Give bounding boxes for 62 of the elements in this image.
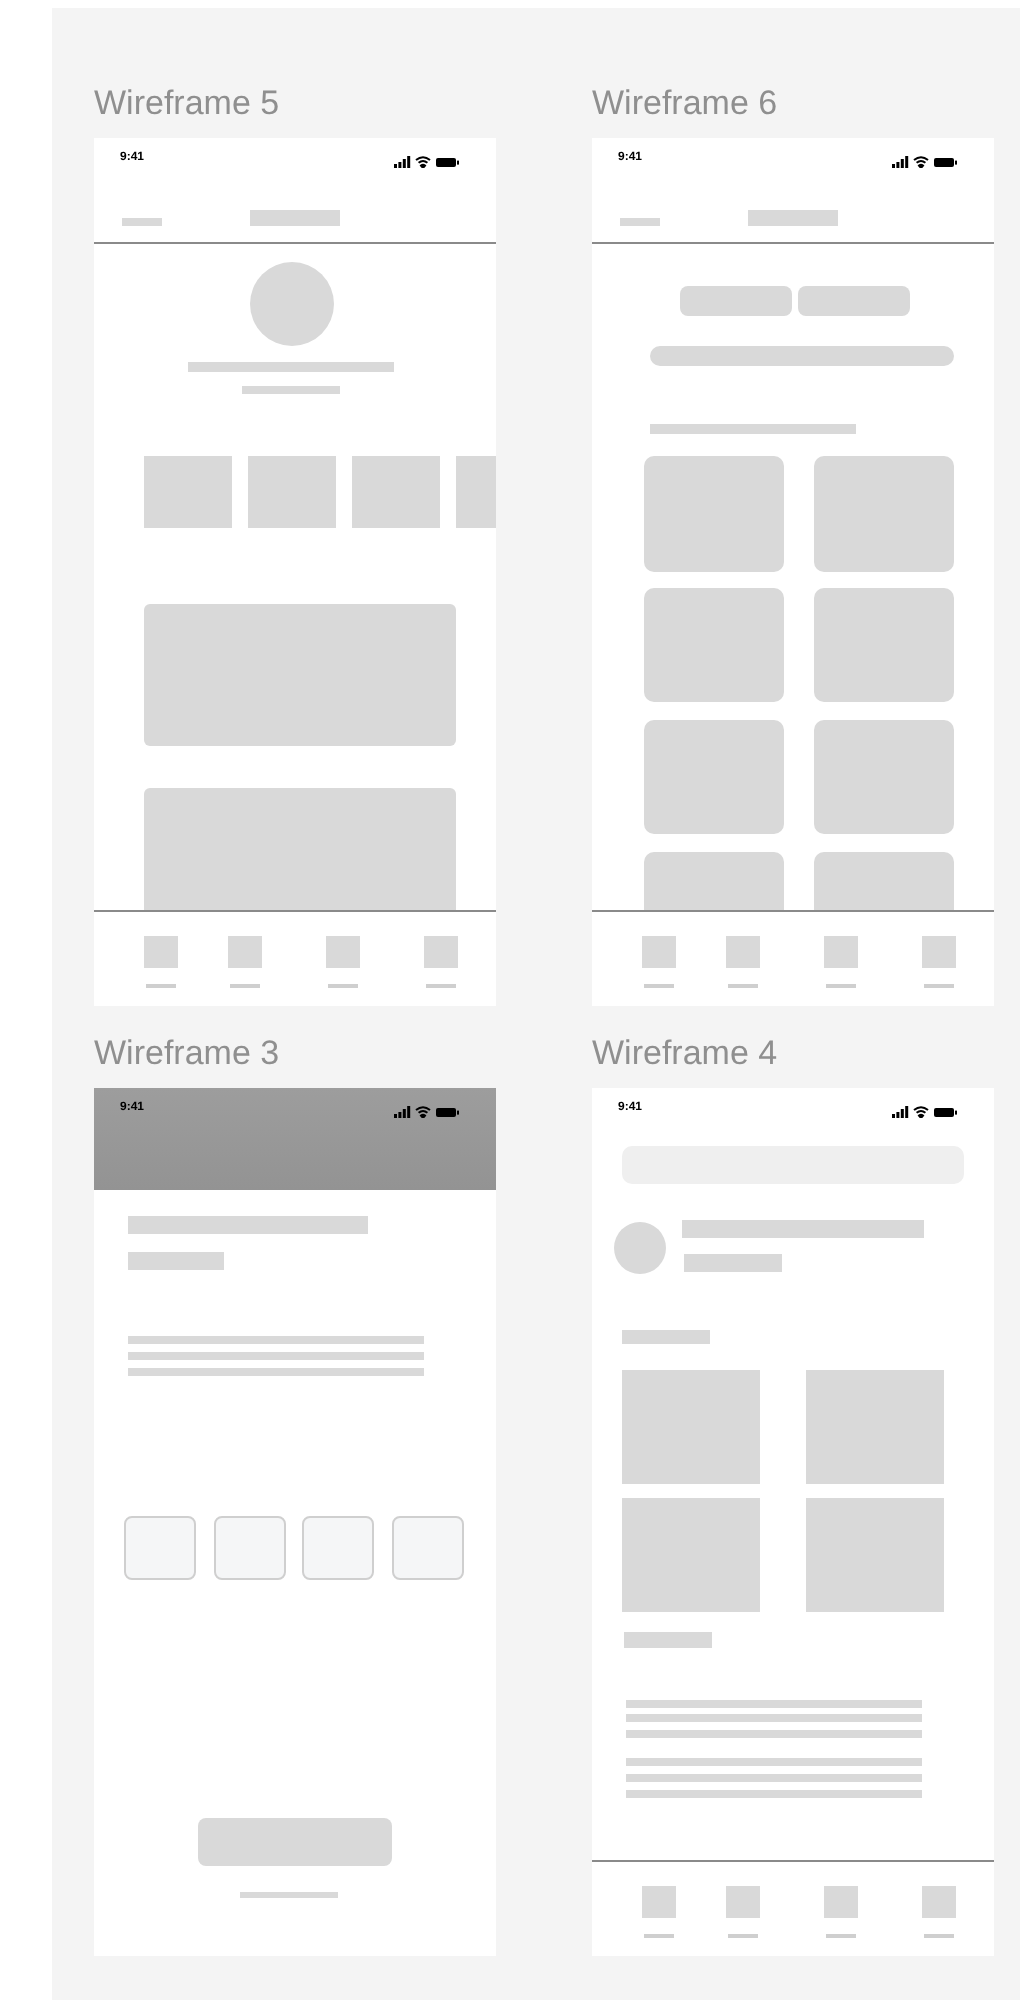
tile-placeholder: [644, 720, 784, 834]
subtitle-placeholder: [684, 1254, 782, 1272]
chip-placeholder: [680, 286, 792, 316]
tile-placeholder: [644, 852, 784, 910]
battery-icon: [436, 158, 459, 167]
tab-icon-placeholder: [922, 1886, 956, 1918]
signal-icon: [892, 1106, 909, 1118]
image-placeholder: [622, 1498, 760, 1612]
title-placeholder: [748, 210, 838, 226]
tile-placeholder: [814, 852, 954, 910]
section-label-placeholder: [624, 1632, 712, 1648]
image-placeholder: [622, 1370, 760, 1484]
image-placeholder: [806, 1370, 944, 1484]
thumbnail-placeholder: [248, 456, 336, 528]
avatar-placeholder: [614, 1222, 666, 1274]
wifi-icon: [913, 1106, 929, 1118]
tab-icon-placeholder: [824, 936, 858, 968]
wifi-icon: [913, 156, 929, 168]
section-label-placeholder: [622, 1330, 710, 1344]
tab-icon-placeholder: [326, 936, 360, 968]
back-placeholder: [122, 218, 162, 226]
tab-icon-placeholder: [424, 936, 458, 968]
tab-icon-placeholder: [228, 936, 262, 968]
tab-icon-placeholder: [642, 1886, 676, 1918]
wireframe-title: Wireframe 6: [592, 84, 780, 126]
tab-icon-placeholder: [726, 1886, 760, 1918]
chip-placeholder: [798, 286, 910, 316]
signal-icon: [892, 156, 909, 168]
tile-placeholder: [644, 588, 784, 702]
image-placeholder: [806, 1498, 944, 1612]
tile-placeholder: [814, 588, 954, 702]
link-placeholder: [240, 1892, 338, 1898]
tab-icon-placeholder: [922, 936, 956, 968]
title-placeholder: [250, 210, 340, 226]
code-input-placeholder: [214, 1516, 286, 1580]
tab-icon-placeholder: [642, 936, 676, 968]
avatar-placeholder: [250, 262, 334, 346]
wireframe-title: Wireframe 4: [592, 1034, 780, 1076]
battery-icon: [934, 1108, 957, 1117]
thumbnail-placeholder: [352, 456, 440, 528]
tab-icon-placeholder: [824, 1886, 858, 1918]
thumbnail-placeholder: [144, 456, 232, 528]
code-input-placeholder: [124, 1516, 196, 1580]
tile-placeholder: [814, 720, 954, 834]
thumbnail-placeholder: [456, 456, 496, 528]
battery-icon: [436, 1108, 459, 1117]
code-input-placeholder: [392, 1516, 464, 1580]
signal-icon: [394, 1106, 411, 1118]
subtitle-placeholder: [242, 386, 340, 394]
code-input-placeholder: [302, 1516, 374, 1580]
tile-placeholder: [644, 456, 784, 572]
subtitle-placeholder: [128, 1252, 224, 1270]
wireframe-title: Wireframe 3: [94, 1034, 282, 1076]
back-placeholder: [620, 218, 660, 226]
tab-icon-placeholder: [144, 936, 178, 968]
tab-icon-placeholder: [726, 936, 760, 968]
tile-placeholder: [814, 456, 954, 572]
battery-icon: [934, 158, 957, 167]
signal-icon: [394, 156, 411, 168]
wifi-icon: [415, 1106, 431, 1118]
wifi-icon: [415, 156, 431, 168]
wireframe-title: Wireframe 5: [94, 84, 282, 126]
